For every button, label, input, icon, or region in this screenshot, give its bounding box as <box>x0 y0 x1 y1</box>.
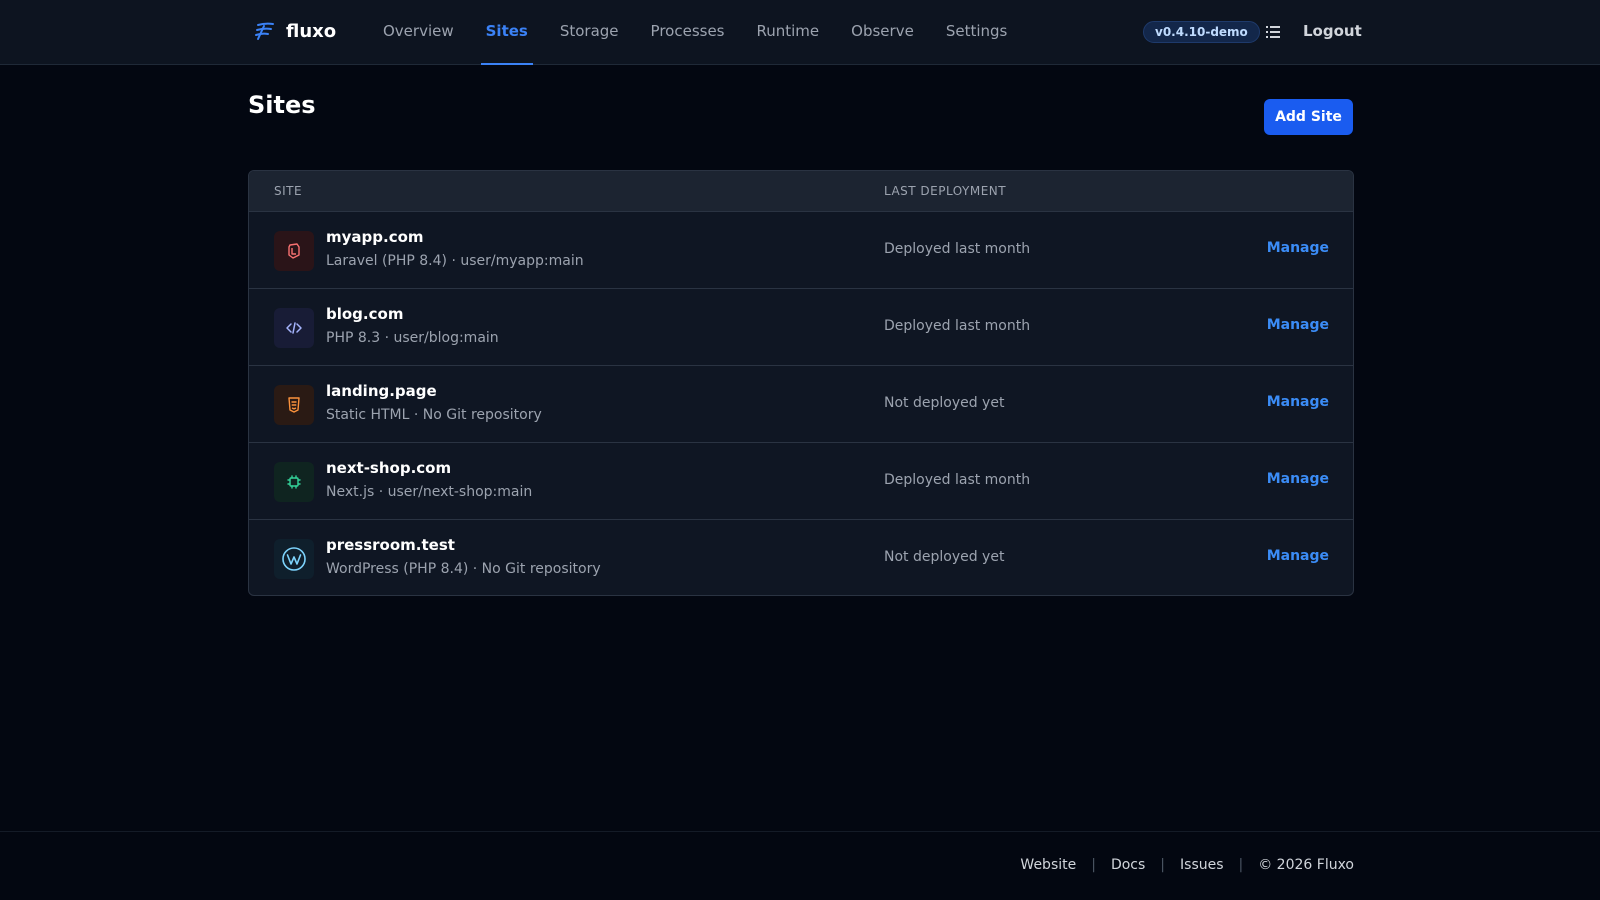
grid-menu-icon[interactable] <box>1266 25 1280 39</box>
manage-link[interactable]: Manage <box>1267 317 1329 333</box>
logout-button[interactable]: Logout <box>1303 22 1362 40</box>
manage-link[interactable]: Manage <box>1267 548 1329 564</box>
brand[interactable]: fluxo <box>254 20 336 42</box>
site-meta: Next.js · user/next-shop:main <box>326 484 533 500</box>
site-name[interactable]: blog.com <box>326 305 403 323</box>
table-row: pressroom.test WordPress (PHP 8.4) · No … <box>249 520 1353 595</box>
brand-name: fluxo <box>286 20 337 42</box>
nav-processes[interactable]: Processes <box>651 0 725 65</box>
top-navbar: fluxo Overview Sites Storage Processes R… <box>0 0 1600 65</box>
nextjs-icon <box>274 462 314 502</box>
table-row: myapp.com Laravel (PHP 8.4) · user/myapp… <box>249 212 1353 289</box>
manage-link[interactable]: Manage <box>1267 394 1329 410</box>
footer-separator: | <box>1160 857 1166 873</box>
deployment-status: Not deployed yet <box>884 549 1005 565</box>
nav-sites[interactable]: Sites <box>480 0 534 65</box>
version-badge: v0.4.10-demo <box>1143 21 1260 43</box>
manage-link[interactable]: Manage <box>1267 240 1329 256</box>
site-name[interactable]: landing.page <box>326 382 437 400</box>
deployment-status: Not deployed yet <box>884 395 1005 411</box>
php-icon <box>274 308 314 348</box>
footer-link-issues[interactable]: Issues <box>1180 857 1224 873</box>
deployment-status: Deployed last month <box>884 472 1031 488</box>
site-meta: WordPress (PHP 8.4) · No Git repository <box>326 561 601 577</box>
footer-links: Website | Docs | Issues | © 2026 Fluxo <box>1020 857 1354 873</box>
wordpress-icon <box>274 539 314 579</box>
table-row: landing.page Static HTML · No Git reposi… <box>249 366 1353 443</box>
manage-link[interactable]: Manage <box>1267 471 1329 487</box>
site-name[interactable]: next-shop.com <box>326 459 451 477</box>
nav-overview[interactable]: Overview <box>383 0 454 65</box>
nav-observe[interactable]: Observe <box>851 0 914 65</box>
copyright: © 2026 Fluxo <box>1258 857 1354 873</box>
column-header-site: SITE <box>274 184 303 198</box>
nav-runtime[interactable]: Runtime <box>757 0 820 65</box>
site-meta: PHP 8.3 · user/blog:main <box>326 330 499 346</box>
sites-table: SITE LAST DEPLOYMENT myapp.com Laravel (… <box>248 170 1354 596</box>
footer-link-website[interactable]: Website <box>1020 857 1076 873</box>
site-meta: Static HTML · No Git repository <box>326 407 542 423</box>
footer-separator: | <box>1238 857 1244 873</box>
html-icon <box>274 385 314 425</box>
site-meta: Laravel (PHP 8.4) · user/myapp:main <box>326 253 584 269</box>
site-name[interactable]: pressroom.test <box>326 536 455 554</box>
footer-link-docs[interactable]: Docs <box>1111 857 1145 873</box>
column-header-last-deployment: LAST DEPLOYMENT <box>884 184 1007 198</box>
table-row: next-shop.com Next.js · user/next-shop:m… <box>249 443 1353 520</box>
site-name[interactable]: myapp.com <box>326 228 424 246</box>
nav-settings[interactable]: Settings <box>946 0 1008 65</box>
nav-storage[interactable]: Storage <box>560 0 619 65</box>
footer: Website | Docs | Issues | © 2026 Fluxo <box>0 831 1600 900</box>
page-title: Sites <box>248 91 316 119</box>
deployment-status: Deployed last month <box>884 318 1031 334</box>
footer-separator: | <box>1091 857 1096 873</box>
table-header: SITE LAST DEPLOYMENT <box>249 171 1353 212</box>
main-nav: Overview Sites Storage Processes Runtime… <box>383 0 1039 65</box>
fluxo-logo-icon <box>255 22 274 40</box>
add-site-button[interactable]: Add Site <box>1264 99 1353 135</box>
laravel-icon <box>274 231 314 271</box>
table-row: blog.com PHP 8.3 · user/blog:main Deploy… <box>249 289 1353 366</box>
deployment-status: Deployed last month <box>884 241 1031 257</box>
